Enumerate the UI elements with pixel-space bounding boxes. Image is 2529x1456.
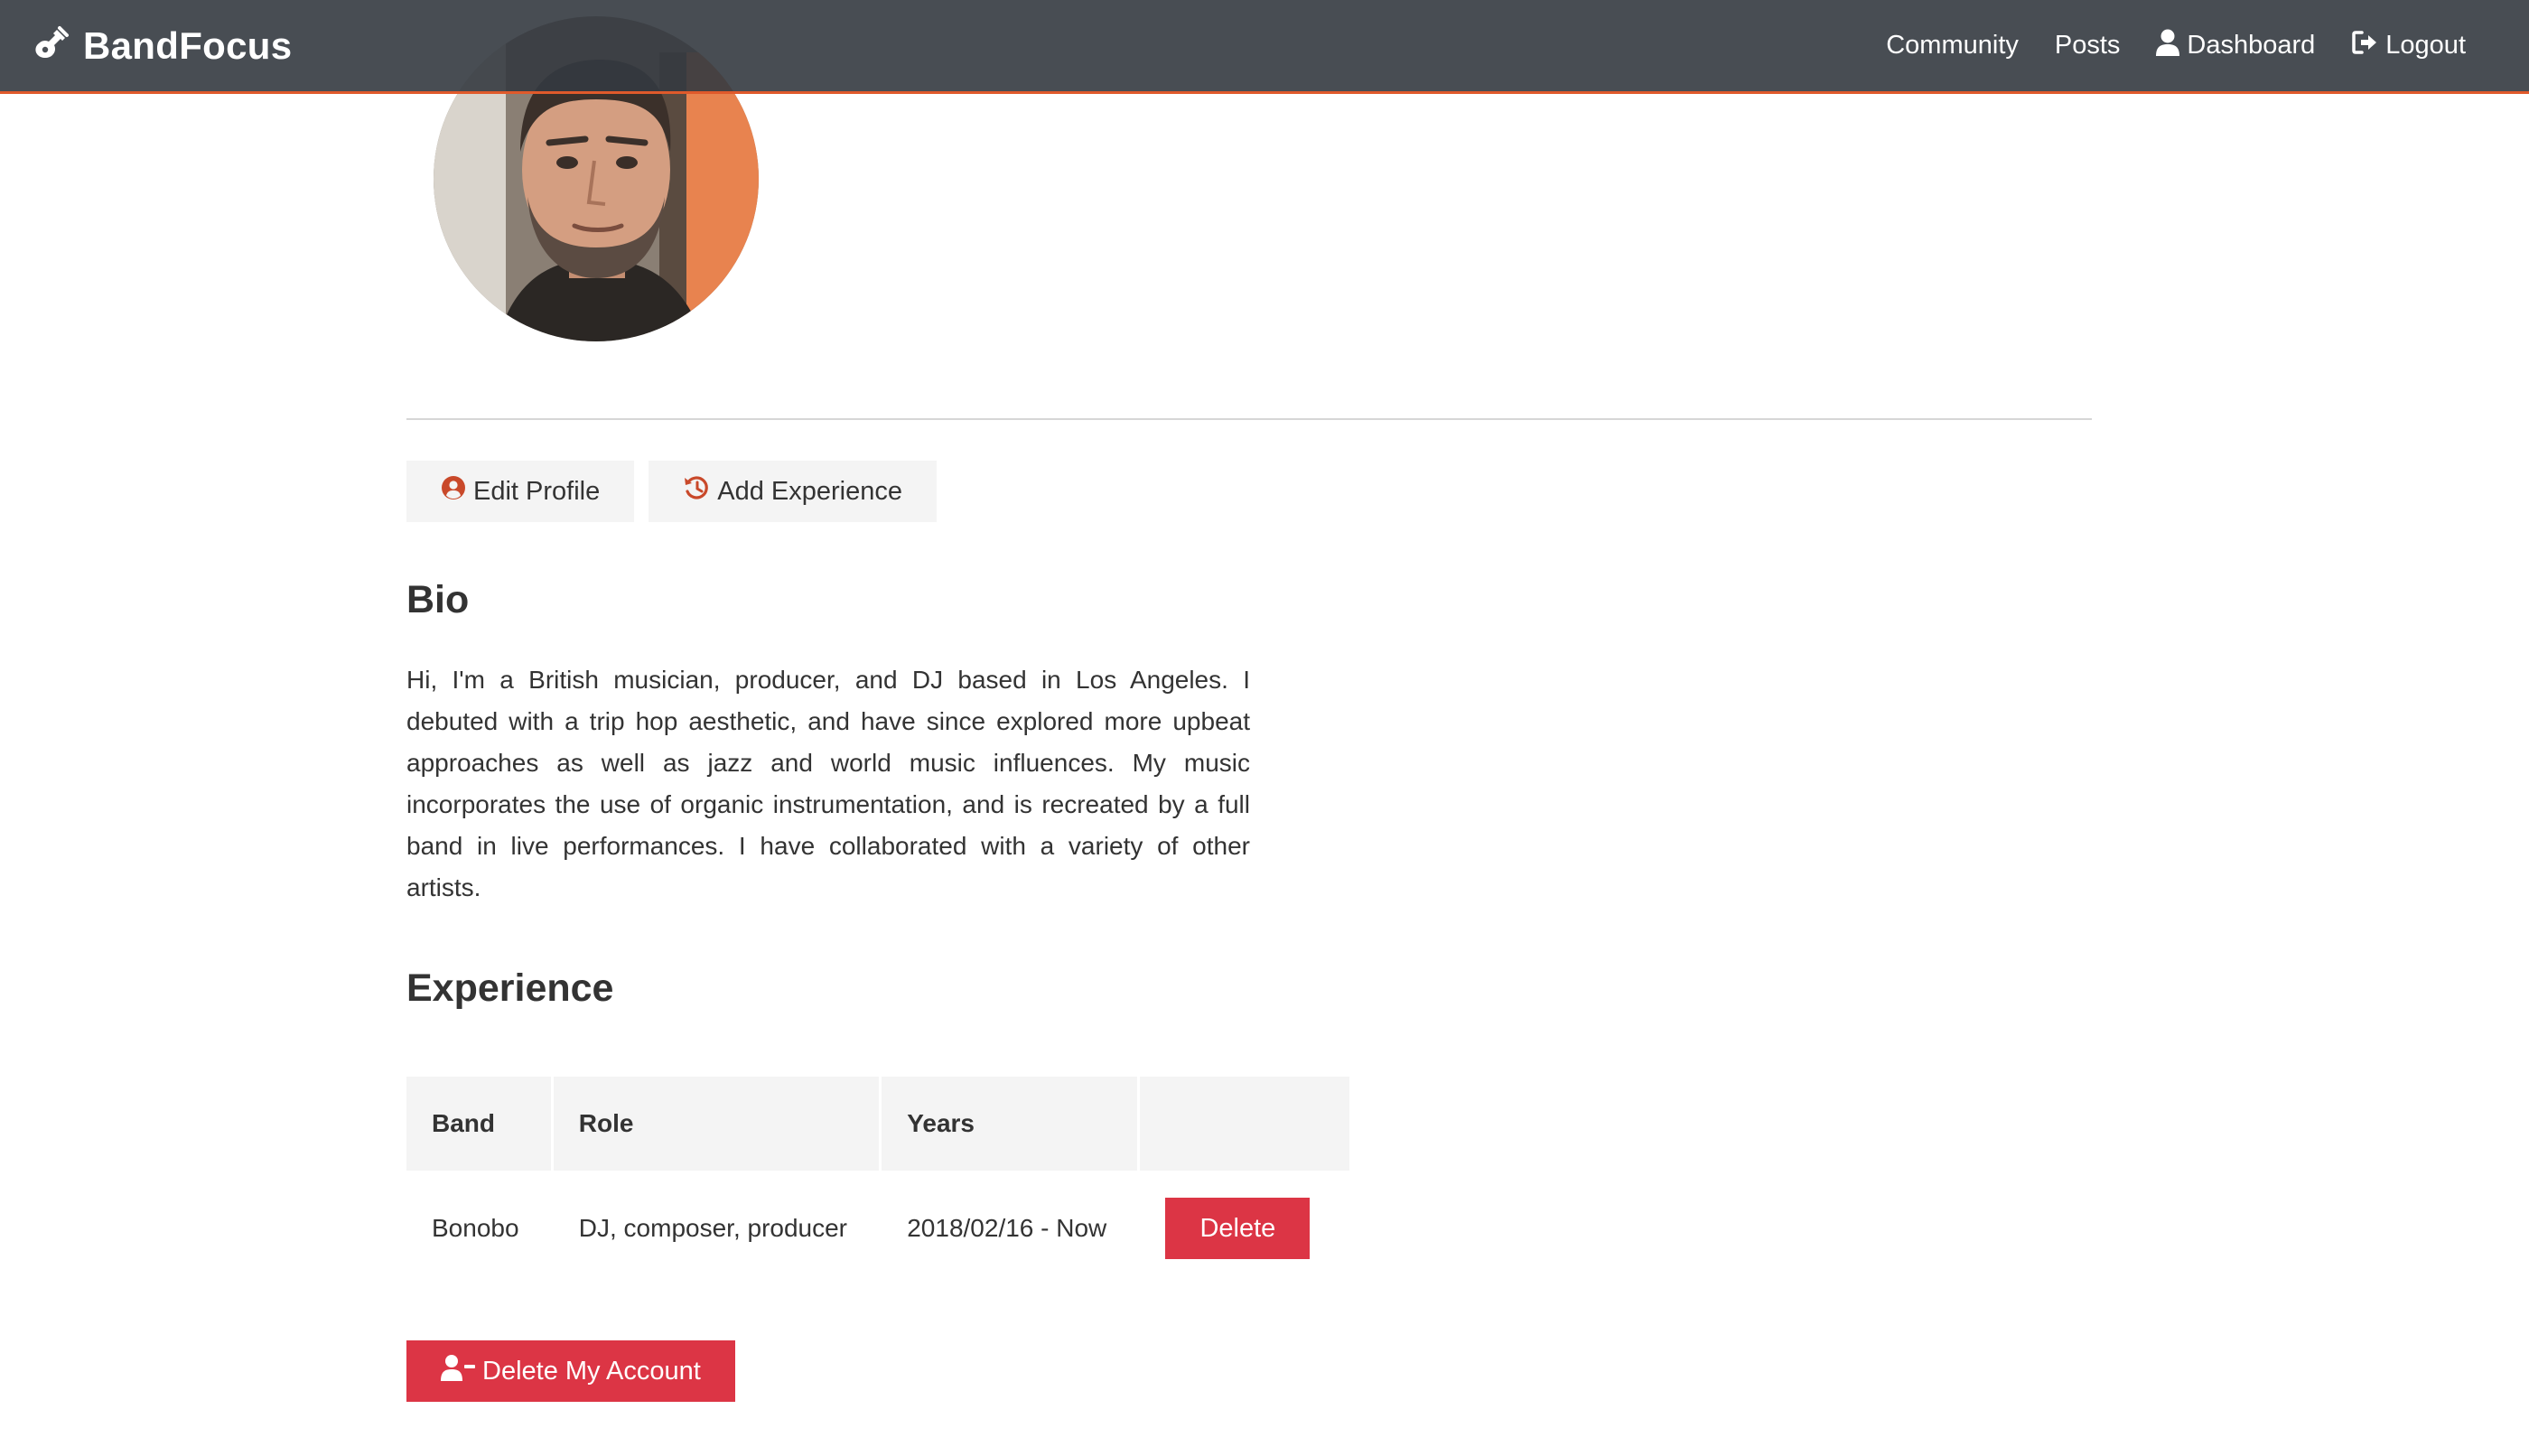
delete-experience-button[interactable]: Delete (1165, 1198, 1311, 1259)
nav-dashboard-label: Dashboard (2187, 31, 2316, 60)
experience-band: Bonobo (432, 1214, 519, 1242)
add-experience-label: Add Experience (717, 476, 902, 506)
edit-profile-button[interactable]: Edit Profile (406, 461, 635, 522)
top-navbar: BandFocus Community Posts Dashboard Logo… (0, 0, 2529, 94)
nav-logout-label: Logout (2385, 31, 2466, 60)
column-header-band: Band (406, 1077, 551, 1171)
profile-divider (406, 418, 2092, 420)
nav-posts-label: Posts (2054, 31, 2121, 60)
column-header-years: Years (882, 1077, 1138, 1171)
table-row: Bonobo DJ, composer, producer 2018/02/16… (406, 1171, 1349, 1286)
experience-years: 2018/02/16 - Now (907, 1214, 1107, 1242)
experience-actions-cell: Delete (1140, 1171, 1349, 1286)
experience-heading: Experience (406, 966, 614, 1010)
nav-dashboard-link[interactable]: Dashboard (2156, 29, 2315, 63)
bio-text: Hi, I'm a British musician, producer, an… (406, 666, 1250, 901)
user-icon (2156, 29, 2180, 63)
experience-table: Band Role Years Bonobo DJ, composer, pro… (404, 1077, 1352, 1286)
user-minus-icon (441, 1354, 475, 1388)
history-icon (683, 474, 710, 509)
nav-logout-link[interactable]: Logout (2351, 30, 2466, 62)
bio-heading: Bio (406, 578, 470, 621)
table-header-row: Band Role Years (406, 1077, 1349, 1171)
edit-profile-label: Edit Profile (473, 476, 601, 506)
guitar-icon (33, 24, 70, 67)
column-header-role: Role (553, 1077, 880, 1171)
nav-links: Community Posts Dashboard Logout (1886, 29, 2466, 63)
user-circle-icon (441, 475, 466, 508)
delete-account-button[interactable]: Delete My Account (406, 1340, 735, 1402)
column-header-actions (1140, 1077, 1349, 1171)
experience-role: DJ, composer, producer (578, 1214, 848, 1242)
profile-actions: Edit Profile Add Experience (406, 461, 937, 522)
nav-community-label: Community (1886, 31, 2019, 60)
nav-posts-link[interactable]: Posts (2055, 31, 2121, 61)
sign-out-icon (2351, 30, 2378, 62)
delete-account-label: Delete My Account (482, 1356, 701, 1386)
add-experience-button[interactable]: Add Experience (649, 461, 937, 522)
nav-community-link[interactable]: Community (1886, 31, 2019, 61)
brand-link[interactable]: BandFocus (33, 24, 292, 68)
brand-name: BandFocus (83, 23, 293, 67)
